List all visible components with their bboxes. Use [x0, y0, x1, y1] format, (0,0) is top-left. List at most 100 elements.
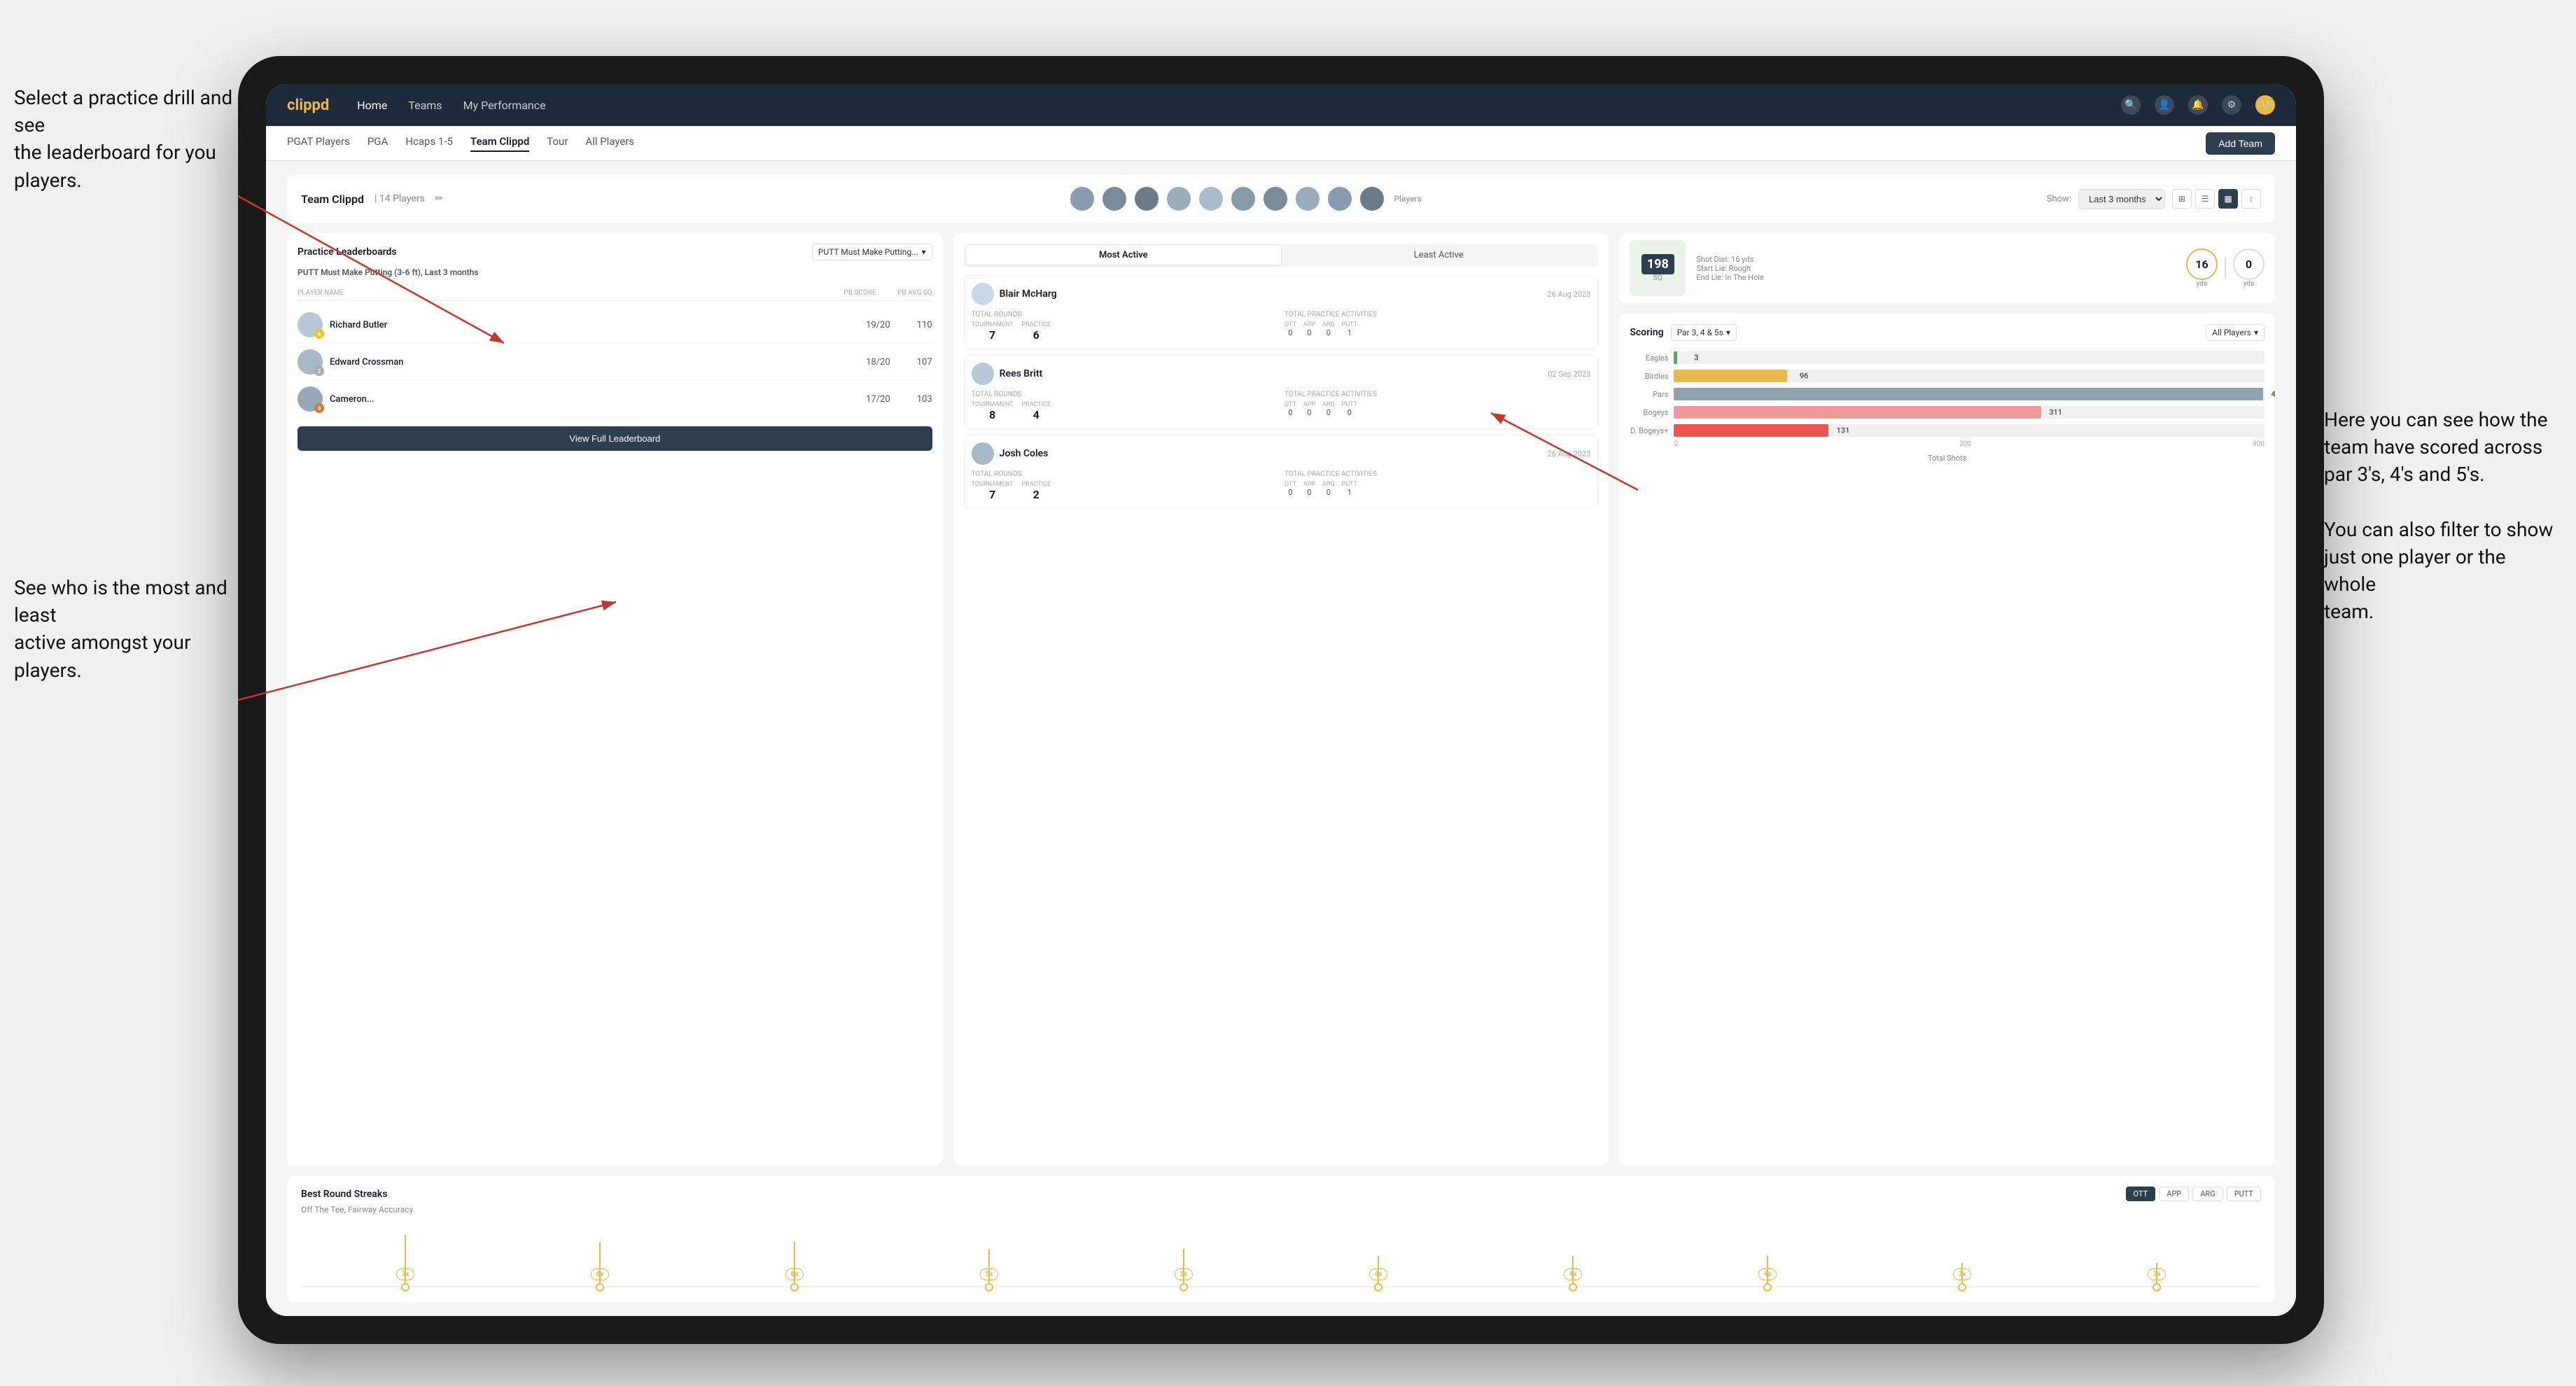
badge-bronze: 3: [314, 403, 324, 413]
col-player-name: PLAYER NAME: [298, 289, 820, 297]
streak-line-1: [599, 1242, 601, 1287]
avatar-icon[interactable]: U: [2255, 95, 2275, 115]
total-rounds-section-2: Total Rounds Tournament 8 Practice 4: [972, 391, 1278, 421]
sub-nav-all-players[interactable]: All Players: [585, 135, 634, 152]
col-pb-avg: PB AVG SQ: [876, 289, 932, 297]
nav-link-performance[interactable]: My Performance: [463, 99, 546, 112]
bar-fill: 499: [1674, 388, 2263, 400]
total-rounds-label-1: Total Rounds: [972, 311, 1278, 318]
settings-icon[interactable]: ⚙: [2222, 95, 2241, 115]
streak-line-3: [988, 1249, 990, 1287]
card-view-icon[interactable]: ▦: [2218, 189, 2238, 209]
player-card-header-3: Josh Coles 26 Aug 2023: [972, 442, 1591, 465]
nav-link-home[interactable]: Home: [357, 99, 387, 112]
streak-dot-5: [1374, 1283, 1382, 1292]
grid-view-icon[interactable]: ⊞: [2172, 189, 2192, 209]
player-avatars: Players: [1069, 186, 1422, 212]
end-lie: End Lie: In The Hole: [1696, 273, 2176, 282]
stats-row-2: Total Rounds Tournament 8 Practice 4: [972, 391, 1591, 421]
sub-nav-hcaps[interactable]: Hcaps 1-5: [405, 135, 453, 152]
bar-chart: Eagles 3 Birdies 96 Pars 499 Bogeys 311 …: [1630, 351, 2264, 437]
show-controls: Show: Last 3 months Last month Last 6 mo…: [2047, 189, 2261, 209]
bar-row-bogeys: Bogeys 311: [1630, 406, 2264, 419]
player-card-avatar-2: [972, 363, 994, 385]
drill-subtitle: PUTT Must Make Putting (3-6 ft), Last 3 …: [298, 267, 932, 277]
panels-grid: Practice Leaderboards PUTT Must Make Put…: [287, 233, 2275, 1166]
player-card-header-2: Rees Britt 02 Sep 2023: [972, 363, 1591, 385]
search-icon[interactable]: 🔍: [2121, 95, 2141, 115]
shot-card-panel: 198 SQ Shot Dist: 16 yds Start Lie: Roug…: [1619, 233, 2275, 303]
streak-chart: 7x 6x 6x 5x 5x 4x 4x 4x 3x 3x: [301, 1222, 2261, 1292]
tablet-frame: clippd Home Teams My Performance 🔍 👤 🔔 ⚙…: [238, 56, 2324, 1344]
rounds-values-1: Tournament 7 Practice 6: [972, 321, 1278, 342]
leaderboard-title: Practice Leaderboards: [298, 246, 397, 258]
add-team-button[interactable]: Add Team: [2206, 132, 2275, 155]
main-content: Team Clippd | 14 Players ✏ Players: [266, 161, 2296, 1316]
tournament-stat-1: Tournament 7: [972, 321, 1014, 342]
streak-tab-arg[interactable]: ARG: [2192, 1186, 2222, 1201]
sub-nav-tour[interactable]: Tour: [547, 135, 568, 152]
player-card-avatar-1: [972, 283, 994, 305]
bar-track: 311: [1674, 406, 2264, 419]
chart-view-icon[interactable]: ↕: [2241, 189, 2261, 209]
leaderboard-dropdown[interactable]: PUTT Must Make Putting... ▾: [812, 244, 932, 260]
avatar-6: [1230, 186, 1256, 212]
avatar-8: [1294, 186, 1321, 212]
tab-least-active[interactable]: Least Active: [1281, 246, 1596, 265]
list-view-icon[interactable]: ☰: [2195, 189, 2215, 209]
avatar-4: [1166, 186, 1192, 212]
streak-point-9: 3x: [2059, 1268, 2254, 1292]
streak-tab-ott[interactable]: OTT: [2126, 1186, 2156, 1201]
player-card-2: Rees Britt 02 Sep 2023 Total Rounds Tour…: [964, 355, 1599, 429]
sub-nav-pgat[interactable]: PGAT Players: [287, 135, 350, 152]
streak-dot-6: [1569, 1283, 1577, 1292]
bar-label: Pars: [1630, 390, 1668, 399]
total-shots-label: Total Shots: [1630, 454, 2264, 463]
player-name-richard: Richard Butler: [330, 320, 841, 330]
streak-tab-putt[interactable]: PUTT: [2227, 1186, 2261, 1201]
player-card-date-1: 26 Aug 2023: [1547, 290, 1590, 299]
sub-nav-team-clippd[interactable]: Team Clippd: [470, 135, 529, 152]
player-card-name-1: Blair McHarg: [1000, 288, 1542, 300]
nav-link-teams[interactable]: Teams: [408, 99, 442, 112]
bar-track: 131: [1674, 424, 2264, 437]
avatar-10: [1359, 186, 1385, 212]
scoring-par-filter[interactable]: Par 3, 4 & 5s ▾: [1671, 324, 1737, 341]
streak-tabs: OTT APP ARG PUTT: [2126, 1186, 2261, 1201]
sub-nav-pga[interactable]: PGA: [368, 135, 388, 152]
streak-line-2: [794, 1242, 795, 1287]
streak-dot-8: [1958, 1283, 1966, 1292]
streak-point-5: 4x: [1281, 1268, 1476, 1292]
bar-row-pars: Pars 499: [1630, 388, 2264, 400]
circle-2: 0 yds: [2233, 248, 2264, 288]
circle-1: 16 yds: [2186, 248, 2218, 288]
streak-point-1: 6x: [503, 1268, 697, 1292]
bell-icon[interactable]: 🔔: [2188, 95, 2208, 115]
bar-row-d.-bogeys+: D. Bogeys+ 131: [1630, 424, 2264, 437]
tab-most-active[interactable]: Most Active: [966, 246, 1281, 265]
scoring-player-filter[interactable]: All Players ▾: [2206, 324, 2264, 341]
circle-2-value: 0: [2233, 248, 2264, 280]
avatar-1: [1069, 186, 1096, 212]
practice-stats-1: OTT 0 APP 0 ARG 0: [1284, 321, 1590, 337]
player-card-avatar-3: [972, 442, 994, 465]
tablet-screen: clippd Home Teams My Performance 🔍 👤 🔔 ⚙…: [266, 84, 2296, 1316]
streak-dot-9: [2152, 1283, 2161, 1292]
person-icon[interactable]: 👤: [2155, 95, 2174, 115]
streak-line-0: [405, 1235, 406, 1287]
bar-track: 3: [1674, 351, 2264, 364]
shot-badge: 198: [1642, 254, 1674, 274]
streak-tab-app[interactable]: APP: [2159, 1186, 2189, 1201]
streak-title: Best Round Streaks: [301, 1189, 387, 1200]
avatar-5: [1198, 186, 1224, 212]
sub-nav: PGAT Players PGA Hcaps 1-5 Team Clippd T…: [266, 126, 2296, 161]
edit-icon[interactable]: ✏: [435, 193, 444, 204]
streak-point-2: 6x: [697, 1268, 892, 1292]
show-select[interactable]: Last 3 months Last month Last 6 months: [2078, 189, 2165, 209]
nav-icons: 🔍 👤 🔔 ⚙ U: [2121, 95, 2275, 115]
player-card-1: Blair McHarg 26 Aug 2023 Total Rounds To…: [964, 275, 1599, 349]
streak-dot-3: [985, 1283, 993, 1292]
player-score-richard: 19/20: [848, 320, 890, 330]
view-leaderboard-button[interactable]: View Full Leaderboard: [298, 426, 932, 451]
bar-value: 499: [2271, 390, 2275, 399]
